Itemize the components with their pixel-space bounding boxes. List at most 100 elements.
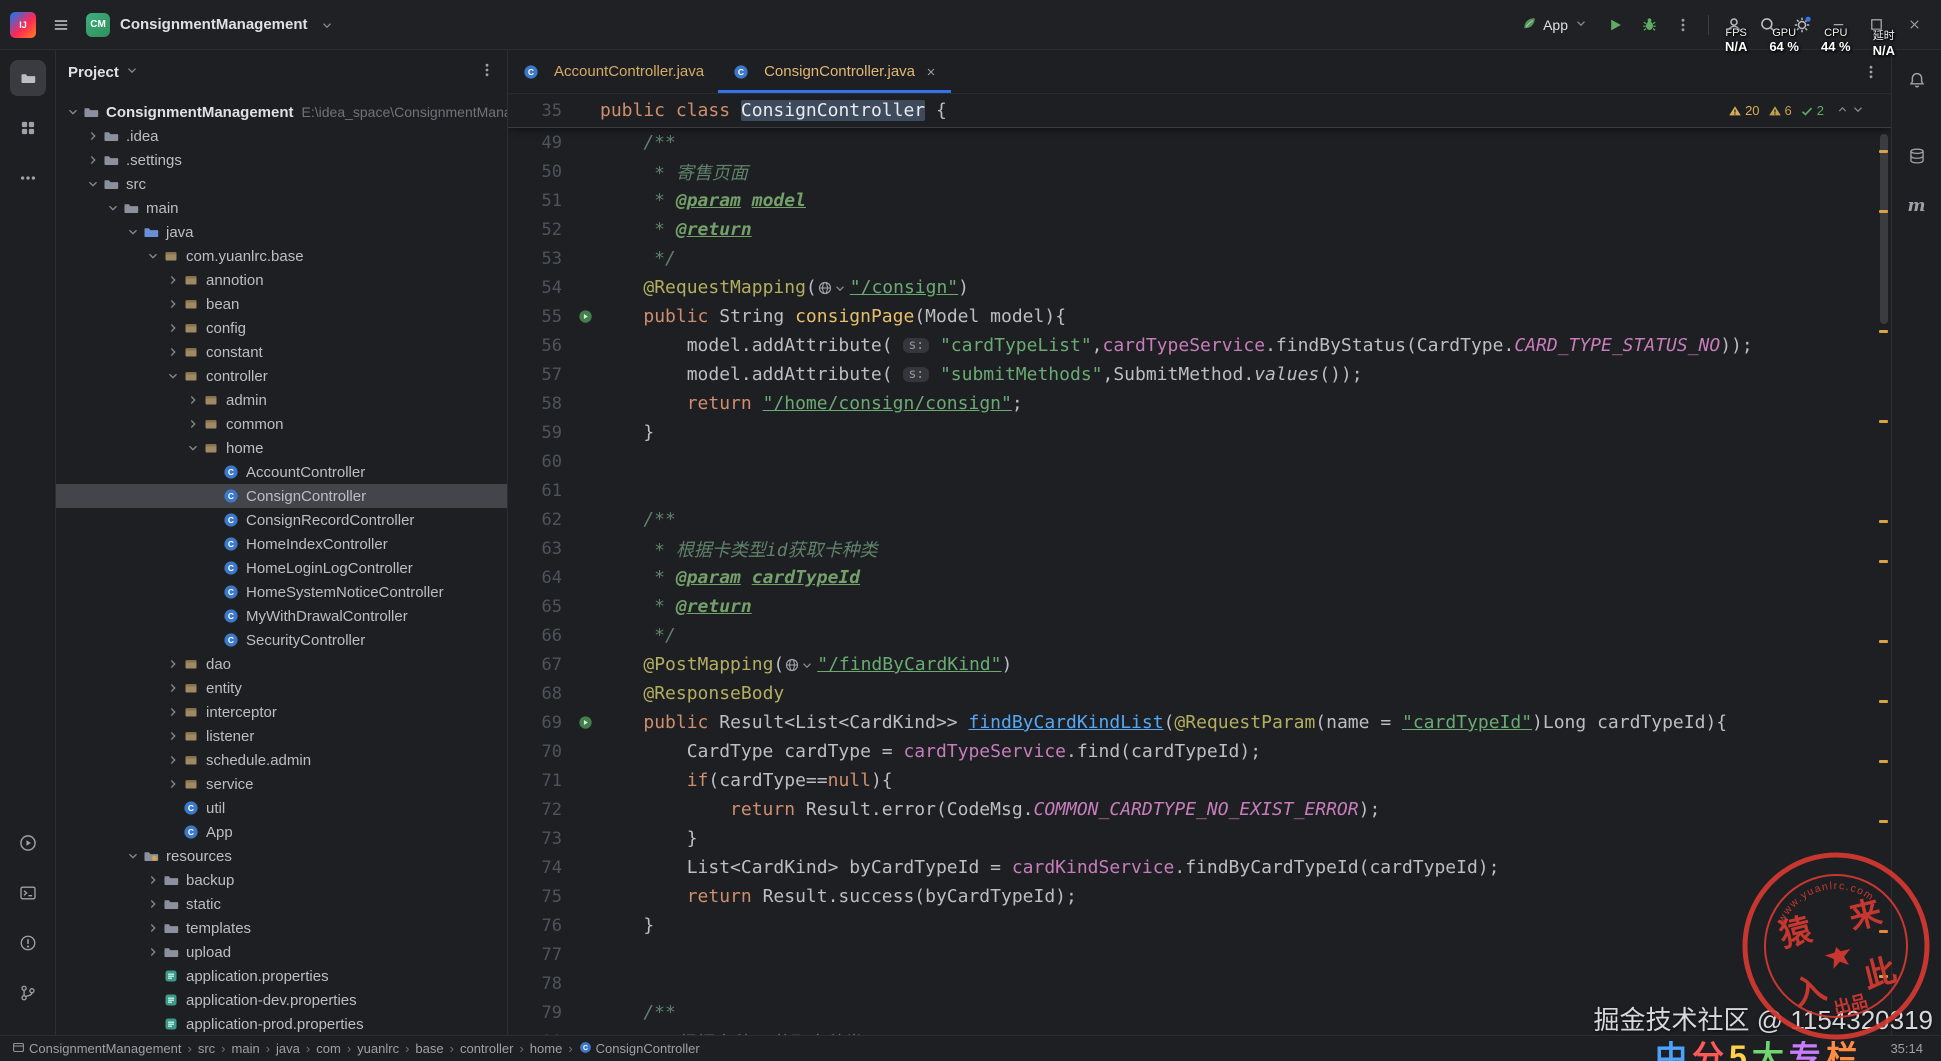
line-number[interactable]: 69 (520, 713, 570, 733)
code-line-59[interactable]: 59 } (508, 418, 1891, 447)
stripe-mark[interactable] (1879, 760, 1888, 763)
line-number[interactable]: 65 (520, 597, 570, 617)
tree-item-idea[interactable]: .idea (56, 124, 507, 148)
code-line-52[interactable]: 52 * @return (508, 215, 1891, 244)
code-text[interactable]: * @return (600, 596, 752, 617)
tree-item-accountcontroller[interactable]: C AccountController (56, 460, 507, 484)
breadcrumb-item-src[interactable]: src (198, 1041, 215, 1056)
tree-item-application-properties[interactable]: application.properties (56, 964, 507, 988)
code-line-54[interactable]: 54 @RequestMapping("/consign") (508, 273, 1891, 302)
close-tab-icon[interactable] (925, 66, 937, 78)
stripe-mark[interactable] (1879, 330, 1888, 333)
line-number[interactable]: 35 (520, 101, 570, 121)
code-text[interactable]: } (600, 915, 654, 936)
editor-tab-consigncontroller-java[interactable]: C ConsignController.java (718, 50, 951, 93)
code-text[interactable]: return Result.success(byCardTypeId); (600, 886, 1077, 907)
project-tool-icon[interactable] (9, 60, 46, 96)
tree-item-homeloginlogcontroller[interactable]: C HomeLoginLogController (56, 556, 507, 580)
line-number[interactable]: 66 (520, 626, 570, 646)
line-number[interactable]: 67 (520, 655, 570, 675)
stripe-mark[interactable] (1879, 640, 1888, 643)
endpoint-globe-icon[interactable] (817, 280, 847, 296)
tree-item-constant[interactable]: constant (56, 340, 507, 364)
code-text[interactable]: model.addAttribute( s: "submitMethods",S… (600, 364, 1363, 385)
code-text[interactable]: return Result.error(CodeMsg.COMMON_CARDT… (600, 799, 1380, 820)
stripe-mark[interactable] (1879, 700, 1888, 703)
inspection-warning[interactable]: 20 (1728, 103, 1760, 118)
minimize-button[interactable] (1821, 10, 1855, 40)
tree-chevron-icon[interactable] (104, 199, 122, 217)
tree-item-com-yuanlrc-base[interactable]: com.yuanlrc.base (56, 244, 507, 268)
sticky-code-line[interactable]: 35 public class ConsignController { (508, 94, 1891, 128)
inspection-ok[interactable]: 2 (1800, 103, 1824, 118)
tree-chevron-icon[interactable] (144, 919, 162, 937)
breadcrumb-item-base[interactable]: base (415, 1041, 443, 1056)
code-text[interactable]: public String consignPage(Model model){ (600, 306, 1066, 327)
tree-item-listener[interactable]: listener (56, 724, 507, 748)
code-line-71[interactable]: 71 if(cardType==null){ (508, 766, 1891, 795)
line-number[interactable]: 78 (520, 974, 570, 994)
code-line-67[interactable]: 67 @PostMapping("/findByCardKind") (508, 650, 1891, 679)
database-tool-icon[interactable] (1899, 138, 1935, 174)
code-text[interactable]: */ (600, 625, 676, 646)
tree-chevron-icon[interactable] (164, 319, 182, 337)
code-text[interactable]: CardType cardType = cardTypeService.find… (600, 741, 1261, 762)
close-button[interactable] (1897, 10, 1931, 40)
line-number[interactable]: 49 (520, 133, 570, 153)
code-line-51[interactable]: 51 * @param model (508, 186, 1891, 215)
tree-item-application-dev-properties[interactable]: application-dev.properties (56, 988, 507, 1012)
debug-button[interactable] (1634, 10, 1664, 40)
code-text[interactable]: List<CardKind> byCardTypeId = cardKindSe… (600, 857, 1500, 878)
tree-chevron-icon[interactable] (164, 775, 182, 793)
project-name[interactable]: ConsignmentManagement (120, 16, 308, 33)
code-text[interactable]: * 根据卡类型id获取卡种类 (600, 536, 877, 562)
line-number[interactable]: 56 (520, 336, 570, 356)
code-text[interactable]: */ (600, 248, 676, 269)
line-number[interactable]: 52 (520, 220, 570, 240)
code-text[interactable]: * @param model (600, 190, 806, 211)
code-line-73[interactable]: 73 } (508, 824, 1891, 853)
tree-item-backup[interactable]: backup (56, 868, 507, 892)
tree-item-dao[interactable]: dao (56, 652, 507, 676)
search-icon[interactable] (1753, 10, 1783, 40)
tree-chevron-icon[interactable] (164, 751, 182, 769)
tree-item-util[interactable]: Cutil (56, 796, 507, 820)
line-number[interactable]: 60 (520, 452, 570, 472)
line-number[interactable]: 75 (520, 887, 570, 907)
maximize-button[interactable] (1859, 10, 1893, 40)
more-actions-icon[interactable] (1668, 10, 1698, 40)
code-text[interactable]: /** (600, 132, 676, 153)
line-number[interactable]: 77 (520, 945, 570, 965)
tree-item-annotion[interactable]: annotion (56, 268, 507, 292)
code-line-62[interactable]: 62 /** (508, 505, 1891, 534)
endpoint-globe-icon[interactable] (784, 657, 814, 673)
line-number[interactable]: 50 (520, 162, 570, 182)
settings-gear-icon[interactable] (1787, 10, 1817, 40)
code-line-75[interactable]: 75 return Result.success(byCardTypeId); (508, 882, 1891, 911)
tree-item-homeindexcontroller[interactable]: C HomeIndexController (56, 532, 507, 556)
inspections-widget[interactable]: 20 6 2 (1728, 102, 1865, 119)
tree-item-consignmentmanagement[interactable]: ConsignmentManagement E:\idea_space\Consi… (56, 100, 507, 124)
code-line-53[interactable]: 53 */ (508, 244, 1891, 273)
tree-item-schedule-admin[interactable]: schedule.admin (56, 748, 507, 772)
breadcrumb-item-home[interactable]: home (530, 1041, 563, 1056)
code-text[interactable]: public class ConsignController { (600, 100, 947, 121)
code-line-69[interactable]: 69 public Result<List<CardKind>> findByC… (508, 708, 1891, 737)
tree-chevron-icon[interactable] (184, 439, 202, 457)
tree-item-src[interactable]: src (56, 172, 507, 196)
tree-item-static[interactable]: static (56, 892, 507, 916)
code-line-58[interactable]: 58 return "/home/consign/consign"; (508, 389, 1891, 418)
tree-item-upload[interactable]: upload (56, 940, 507, 964)
code-line-80[interactable]: 80 * 根据卡种id获取卡种类 (508, 1027, 1891, 1036)
profile-icon[interactable] (1719, 10, 1749, 40)
tree-item-admin[interactable]: admin (56, 388, 507, 412)
code-line-56[interactable]: 56 model.addAttribute( s: "cardTypeList"… (508, 331, 1891, 360)
breadcrumb-item-java[interactable]: java (276, 1041, 300, 1056)
tree-chevron-icon[interactable] (184, 391, 202, 409)
tree-chevron-icon[interactable] (164, 295, 182, 313)
code-line-72[interactable]: 72 return Result.error(CodeMsg.COMMON_CA… (508, 795, 1891, 824)
terminal-tool-icon[interactable] (10, 875, 46, 911)
tree-chevron-icon[interactable] (144, 895, 162, 913)
code-text[interactable]: return "/home/consign/consign"; (600, 393, 1023, 414)
panel-title[interactable]: Project (68, 64, 119, 81)
